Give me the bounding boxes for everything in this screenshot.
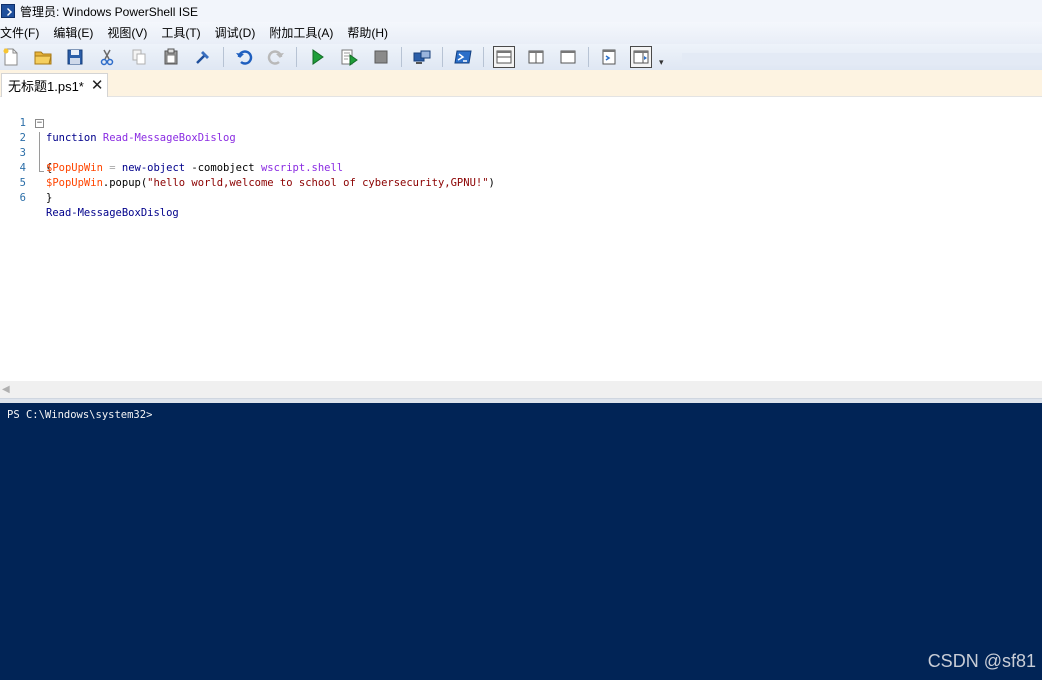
menu-debug[interactable]: 调试(D) [215,22,263,44]
toolbar-separator [223,47,224,67]
undo-icon[interactable] [233,46,255,68]
remote-powershell-icon[interactable] [411,46,433,68]
toolbar: ▾ [0,44,1042,70]
code-line: 5 } [0,161,1042,204]
code-text: Read-MessageBoxDislog [46,206,179,221]
layout-max-icon[interactable] [557,46,579,68]
redo-icon[interactable] [265,46,287,68]
copy-icon[interactable] [128,46,150,68]
code-line: 2 − { [0,116,1042,175]
code-line: 3 $PopUpWin = new-object -comobject wscr… [0,131,1042,174]
code-line: 4 $PopUpWin.popup("hello world,welcome t… [0,146,1042,189]
script-editor[interactable]: 1 function Read-MessageBoxDislog 2 − { 3… [0,97,1042,381]
editor-horizontal-scrollbar[interactable]: ◀ [0,381,1042,398]
code-token: } [46,192,53,204]
toolbar-separator [296,47,297,67]
code-line: 1 function Read-MessageBoxDislog [0,101,1042,144]
menu-help[interactable]: 帮助(H) [347,22,395,44]
console-prompt: PS C:\Windows\system32> [7,409,153,421]
stop-icon[interactable] [370,46,392,68]
layout-top-icon[interactable] [493,46,515,68]
toolbar-separator [442,47,443,67]
paste-icon[interactable] [160,46,182,68]
cut-icon[interactable] [96,46,118,68]
script-tab-strip: 无标题1.ps1* ✕ [0,70,1042,97]
save-icon[interactable] [64,46,86,68]
close-icon[interactable]: ✕ [91,78,104,93]
toolbar-separator [483,47,484,67]
clear-icon[interactable] [192,46,214,68]
code-text: } [46,191,52,206]
code-token: Read-MessageBoxDislog [46,207,179,219]
line-number: 6 [19,192,26,204]
code-line: 6 Read-MessageBoxDislog [0,176,1042,219]
fold-guide [39,132,40,172]
run-selection-icon[interactable] [338,46,360,68]
open-folder-icon[interactable] [32,46,54,68]
menu-addons[interactable]: 附加工具(A) [269,22,340,44]
scroll-left-icon[interactable]: ◀ [2,384,10,395]
toolbar-separator [401,47,402,67]
run-icon[interactable] [306,46,328,68]
menu-view[interactable]: 视图(V) [107,22,154,44]
window-title: 管理员: Windows PowerShell ISE [20,4,199,19]
fold-guide-end [39,171,44,172]
fold-toggle-icon[interactable]: − [35,119,44,128]
menu-file[interactable]: 文件(F) [0,22,46,44]
menu-tools[interactable]: 工具(T) [161,22,207,44]
console-pane[interactable]: PS C:\Windows\system32> CSDN @sf81 [0,403,1042,680]
watermark: CSDN @sf81 [927,651,1036,671]
toolbar-separator [588,47,589,67]
toolbar-fill [682,53,1042,65]
tab-untitled1[interactable]: 无标题1.ps1* ✕ [1,73,108,97]
tab-label: 无标题1.ps1* [8,79,84,94]
powershell-app-icon [1,4,15,18]
layout-right-icon[interactable] [525,46,547,68]
toolbar-overflow-icon[interactable]: ▾ [659,57,664,68]
title-bar: 管理员: Windows PowerShell ISE [0,0,1042,22]
menu-edit[interactable]: 编辑(E) [53,22,100,44]
menu-bar: 文件(F) 编辑(E) 视图(V) 工具(T) 调试(D) 附加工具(A) 帮助… [0,22,1042,44]
show-addon-icon[interactable] [630,46,652,68]
powershell-console-icon[interactable] [452,46,474,68]
show-command-icon[interactable] [598,46,620,68]
new-file-icon[interactable] [0,46,22,68]
